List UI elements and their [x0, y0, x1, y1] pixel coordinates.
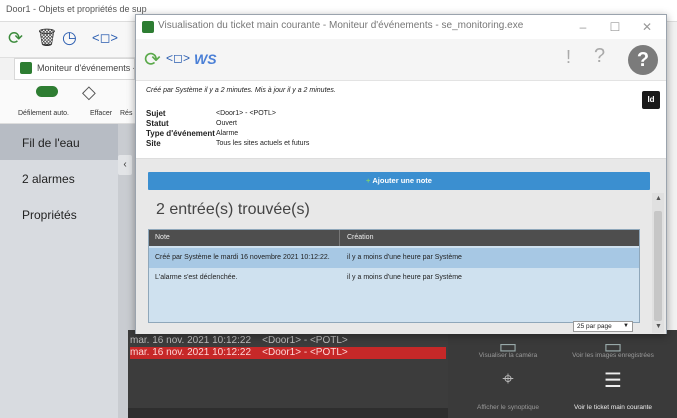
maximize-icon[interactable]: ☐	[600, 18, 630, 36]
field-label: Statut	[146, 119, 169, 128]
page-size-value: 25 par page	[577, 323, 612, 330]
clear-label[interactable]: Effacer	[90, 110, 112, 117]
sidebar-item-alarms[interactable]: 2 alarmes	[0, 160, 118, 196]
help-icon[interactable]: ?	[628, 45, 658, 75]
eraser-icon[interactable]: ◇	[82, 82, 96, 103]
table-header: Note Création	[149, 230, 639, 246]
action-synoptic-label[interactable]: Afficher le synoptique	[458, 404, 558, 411]
refresh-icon[interactable]: ⟳	[8, 28, 23, 49]
trash-icon[interactable]: 🗑	[36, 28, 58, 48]
alert-icon[interactable]: !	[566, 47, 571, 68]
moniteur-toolbar: ◇ Défilement auto. Effacer Rés	[0, 80, 135, 124]
app-icon	[142, 21, 154, 33]
event-row-alarm[interactable]: mar. 16 nov. 2021 10:12:22 <Door1> - <PO…	[130, 347, 446, 359]
note-cell: L'alarme s'est déclenchée.	[155, 274, 238, 281]
scroll-down-icon[interactable]: ▼	[655, 323, 662, 330]
site-value: Tous les sites actuels et futurs	[216, 140, 310, 147]
event-subject: <Door1> - <POTL>	[262, 347, 348, 358]
field-label: Sujet	[146, 109, 166, 118]
table-row[interactable]: Créé par Système le mardi 16 novembre 20…	[149, 248, 639, 268]
event-type-value: Alarme	[216, 130, 239, 137]
action-images-label[interactable]: Voir les images enregistrées	[563, 352, 663, 359]
add-note-label: Ajouter une note	[372, 176, 432, 185]
field-label: Type d'événement	[146, 129, 215, 138]
minimize-icon[interactable]: –	[568, 18, 598, 36]
field-label: Site	[146, 139, 161, 148]
id-badge[interactable]: Id	[642, 91, 660, 109]
subject-value: <Door1> - <POTL>	[216, 110, 276, 117]
question-icon[interactable]: ?	[594, 45, 605, 68]
plus-icon: +	[366, 176, 371, 185]
sidebar-item-properties[interactable]: Propriétés	[0, 196, 118, 232]
moniteur-window-title: Moniteur d'événements - se	[14, 58, 135, 80]
column-note[interactable]: Note	[149, 230, 170, 246]
ticket-dialog: Visualisation du ticket main courante - …	[135, 14, 667, 334]
close-icon[interactable]: ✕	[632, 18, 662, 36]
action-camera-label[interactable]: Visualiser la caméra	[458, 352, 558, 359]
sidebar-item-feed[interactable]: Fil de l'eau	[0, 124, 118, 160]
column-divider	[339, 230, 340, 246]
column-creation[interactable]: Création	[341, 230, 373, 246]
action-ticket-label[interactable]: Voir le ticket main courante	[563, 404, 663, 411]
add-note-button[interactable]: + Ajouter une note	[148, 172, 650, 190]
table-row[interactable]: L'alarme s'est déclenchée. il y a moins …	[149, 268, 639, 288]
background-toolbar: ⟳ 🗑 ◷ <◻>	[0, 22, 135, 58]
event-date: mar. 16 nov. 2021 10:12:22	[130, 335, 252, 346]
actions-panel: ▭ Visualiser la caméra ▭ Voir les images…	[448, 330, 677, 418]
entries-count: 2 entrée(s) trouvée(s)	[156, 201, 310, 218]
event-row[interactable]: mar. 16 nov. 2021 10:12:22 <Door1> - <PO…	[130, 335, 446, 347]
notes-table: Note Création Créé par Système le mardi …	[148, 229, 640, 323]
dialog-toolbar: ⟳ <◻> WS ! ? ?	[136, 39, 666, 81]
history-icon[interactable]: ◷	[62, 28, 77, 48]
page-size-select[interactable]: 25 par page ▼	[573, 321, 633, 332]
auto-scroll-label[interactable]: Défilement auto.	[18, 110, 69, 117]
scroll-up-icon[interactable]: ▲	[655, 195, 662, 202]
reset-label[interactable]: Rés	[120, 110, 132, 117]
app-icon	[20, 62, 32, 74]
code-icon[interactable]: <◻>	[166, 51, 190, 65]
creation-cell: il y a moins d'une heure par Système	[347, 274, 462, 281]
dropdown-icon: ▼	[623, 323, 629, 329]
creation-cell: il y a moins d'une heure par Système	[347, 254, 462, 261]
status-value: Ouvert	[216, 120, 238, 127]
scrollbar-thumb[interactable]	[654, 211, 662, 321]
created-info: Créé par Système il y a 2 minutes. Mis à…	[146, 87, 336, 94]
collapse-icon[interactable]: ‹	[118, 155, 132, 175]
code-icon[interactable]: <◻>	[92, 30, 118, 46]
ticket-icon[interactable]: ☰	[593, 368, 633, 393]
note-cell: Créé par Système le mardi 16 novembre 20…	[155, 254, 330, 261]
horizontal-scrollbar[interactable]	[128, 408, 448, 418]
refresh-icon[interactable]: ⟳	[144, 47, 161, 72]
ws-logo: WS	[194, 51, 217, 67]
toggle-icon[interactable]	[36, 86, 58, 97]
event-subject: <Door1> - <POTL>	[262, 335, 348, 346]
map-icon[interactable]: ⌖	[488, 368, 528, 391]
event-date: mar. 16 nov. 2021 10:12:22	[130, 347, 252, 358]
sidebar: Fil de l'eau 2 alarmes Propriétés	[0, 124, 118, 418]
